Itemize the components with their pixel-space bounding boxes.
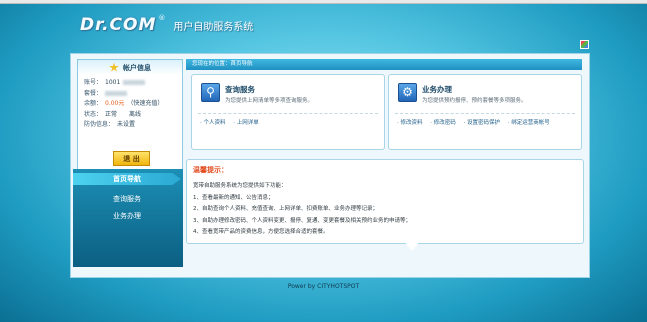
masked-value: [105, 90, 128, 96]
account-id-value: 1001: [105, 79, 121, 86]
account-row-security: 防伪信息： 未设置: [84, 121, 136, 128]
panel-desc: 为您提供上网清单等多项查询服务。: [225, 98, 314, 104]
account-row-balance: 余额： 0.00元 （快速充值）: [84, 100, 164, 107]
tip-item: 2、自助查询个人资料、充值查询、上网详单、扣费账单、业务办理等记录；: [193, 206, 379, 212]
panel-title: 业务办理: [422, 85, 452, 94]
tips-box: 温馨提示： 宽带自助服务系统为您提供如下功能： 1、查看最新的通知、公告消息； …: [186, 159, 584, 244]
system-title: 用户自助服务系统: [173, 22, 254, 33]
tips-title: 温馨提示：: [193, 166, 228, 174]
logout-button[interactable]: 退 出: [113, 151, 150, 166]
link-bind-carrier[interactable]: · 绑定运营商帐号: [508, 120, 550, 126]
link-change-password[interactable]: · 修改密码: [430, 120, 456, 126]
account-row-id: 账号： 1001: [84, 78, 182, 89]
business-panel: ⚙ 业务办理 为您提供预约报停、预约套餐等多项服务。 · 修改资料 · 修改密码…: [388, 74, 582, 150]
account-info-box: 帐户信息 账号： 1001 套餐： 余额： 0.00元 （快速充值） 状态： 正常 离线 …: [77, 59, 183, 171]
link-edit-info[interactable]: · 修改资料: [397, 120, 423, 126]
security-info-value: 未设置: [117, 121, 136, 128]
sidebar-item-home[interactable]: 首页导航: [73, 173, 181, 185]
tip-item: 4、查看宽带产品的资费信息，方便您选择合适的套餐。: [193, 229, 329, 235]
divider: [198, 113, 378, 114]
tip-item: 3、自助办理修改密码、个人资料变更、报停、复通、变更套餐及相关预约业务的申请等；: [193, 217, 412, 224]
magnifier-icon: ⚲: [201, 83, 220, 102]
footer: Power by CITYHOTSPOT: [287, 283, 360, 290]
account-info-title: 帐户信息: [123, 63, 151, 72]
color-palette-icon[interactable]: [580, 40, 589, 49]
breadcrumb: 您现在的位置：首页导航: [186, 59, 582, 70]
query-service-panel: ⚲ 查询服务 为您提供上网清单等多项查询服务。 · 个人资料 · 上网详单: [191, 74, 385, 150]
account-row-status: 状态： 正常 离线: [84, 110, 142, 118]
main-panel: 帐户信息 账号： 1001 套餐： 余额： 0.00元 （快速充值） 状态： 正常 离线 …: [70, 53, 590, 278]
gear-icon: ⚙: [398, 83, 417, 102]
speech-tail: [405, 242, 419, 251]
logo: Dr.COM ® 用户自助服务系统: [80, 14, 253, 36]
status-value: 正常: [105, 110, 118, 118]
sidebar-item-business[interactable]: 业务办理: [73, 211, 181, 221]
divider: [395, 113, 575, 114]
sidebar-nav: 首页导航 查询服务 业务办理: [73, 169, 183, 267]
balance-value: 0.00元: [105, 100, 125, 107]
browser-top-bar: [0, 0, 647, 4]
logo-reg-mark: ®: [158, 14, 166, 22]
tips-intro: 宽带自助服务系统为您提供如下功能：: [193, 183, 287, 189]
sidebar-item-query[interactable]: 查询服务: [73, 194, 181, 204]
panel-desc: 为您提供预约报停、预约套餐等多项服务。: [422, 98, 527, 104]
link-personal-info[interactable]: · 个人资料: [200, 120, 226, 126]
link-password-protection[interactable]: · 设置密码保护: [464, 120, 501, 126]
account-info-header: 帐户信息: [78, 60, 182, 75]
masked-value: [123, 80, 146, 85]
logo-mark: Dr.COM: [80, 15, 157, 35]
panel-title: 查询服务: [225, 85, 255, 94]
quick-recharge-link[interactable]: （快速充值）: [127, 100, 163, 107]
account-row-package: 套餐：: [84, 89, 182, 100]
link-usage-detail[interactable]: · 上网详单: [233, 120, 259, 126]
star-icon: [109, 62, 119, 72]
tip-item: 1、查看最新的通知、公告消息；: [193, 194, 274, 201]
online-status-value: 离线: [129, 110, 142, 118]
